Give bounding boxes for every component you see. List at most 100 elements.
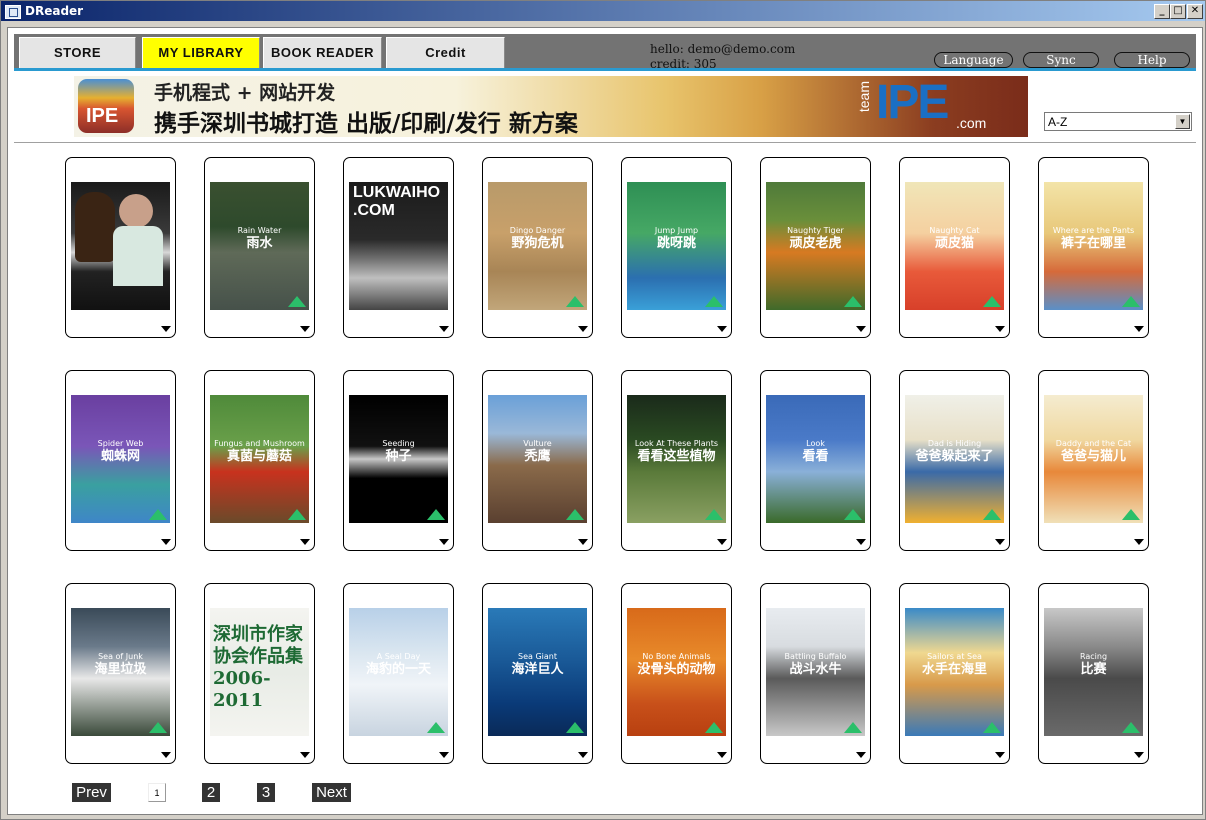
book-cover[interactable]: Naughty Tiger 顽皮老虎: [766, 182, 865, 310]
page-1-button[interactable]: 1: [148, 783, 166, 802]
book-cover[interactable]: Naughty Cat 顽皮猫: [905, 182, 1004, 310]
language-button[interactable]: Language: [934, 52, 1013, 68]
book-cover[interactable]: Spider Web 蜘蛛网: [71, 395, 170, 523]
next-button[interactable]: Next: [312, 783, 351, 802]
dropdown-arrow-icon[interactable]: [717, 539, 727, 545]
book-cover[interactable]: Racing 比赛: [1044, 608, 1143, 736]
ipe-logo: IPE: [78, 79, 134, 133]
sync-button[interactable]: Sync: [1023, 52, 1099, 68]
dropdown-arrow-icon[interactable]: [578, 539, 588, 545]
book-cover[interactable]: Sailors at Sea 水手在海里: [905, 608, 1004, 736]
book-card[interactable]: Rain Water 雨水: [204, 157, 315, 338]
dropdown-arrow-icon[interactable]: [856, 752, 866, 758]
cover-title-cn: 海豹的一天: [365, 661, 431, 677]
book-cover[interactable]: Dingo Danger 野狗危机: [488, 182, 587, 310]
dropdown-arrow-icon[interactable]: [717, 326, 727, 332]
dropdown-arrow-icon[interactable]: [161, 539, 171, 545]
cover-title-cn: 顽皮猫: [934, 235, 974, 251]
book-card[interactable]: Seeding 种子: [343, 370, 454, 551]
cover-title-cn: 没骨头的动物: [637, 661, 716, 677]
window-title: DReader: [25, 4, 84, 18]
dropdown-arrow-icon[interactable]: [1134, 752, 1144, 758]
level-triangle-icon: [983, 509, 1001, 520]
book-card[interactable]: Dad is Hiding 爸爸躲起来了: [899, 370, 1010, 551]
book-card[interactable]: Naughty Cat 顽皮猫: [899, 157, 1010, 338]
book-card[interactable]: Daddy and the Cat 爸爸与猫儿: [1038, 370, 1149, 551]
book-cover[interactable]: Sea of Junk 海里垃圾: [71, 608, 170, 736]
book-card[interactable]: Sea Giant 海洋巨人: [482, 583, 593, 764]
book-cover[interactable]: Look At These Plants 看看这些植物: [627, 395, 726, 523]
tab-book-reader[interactable]: BOOK READER: [263, 37, 382, 68]
dropdown-arrow-icon[interactable]: [578, 326, 588, 332]
page-3-button[interactable]: 3: [257, 783, 275, 802]
book-cover[interactable]: Seeding 种子: [349, 395, 448, 523]
dropdown-arrow-icon[interactable]: [161, 752, 171, 758]
book-card[interactable]: Where are the Pants 裤子在哪里: [1038, 157, 1149, 338]
book-cover[interactable]: Where are the Pants 裤子在哪里: [1044, 182, 1143, 310]
dropdown-arrow-icon[interactable]: [995, 752, 1005, 758]
book-card[interactable]: Vulture 秃鹰: [482, 370, 593, 551]
book-cover[interactable]: Daddy and the Cat 爸爸与猫儿: [1044, 395, 1143, 523]
book-cover[interactable]: Battling Buffalo 战斗水牛: [766, 608, 865, 736]
page-2-button[interactable]: 2: [202, 783, 220, 802]
book-card[interactable]: Look At These Plants 看看这些植物: [621, 370, 732, 551]
book-cover[interactable]: Sea Giant 海洋巨人: [488, 608, 587, 736]
dropdown-arrow-icon[interactable]: [161, 326, 171, 332]
dropdown-arrow-icon[interactable]: [856, 539, 866, 545]
dropdown-arrow-icon[interactable]: [995, 326, 1005, 332]
dropdown-arrow-icon[interactable]: [439, 326, 449, 332]
book-cover[interactable]: LUKWAIHO .COM: [349, 182, 448, 310]
book-card[interactable]: Fungus and Mushroom 真菌与蘑菇: [204, 370, 315, 551]
book-card[interactable]: Racing 比赛: [1038, 583, 1149, 764]
dropdown-arrow-icon[interactable]: [300, 752, 310, 758]
book-cover[interactable]: Dad is Hiding 爸爸躲起来了: [905, 395, 1004, 523]
prev-button[interactable]: Prev: [72, 783, 111, 802]
dropdown-arrow-icon[interactable]: [856, 326, 866, 332]
close-icon[interactable]: ✕: [1187, 4, 1203, 19]
book-cover[interactable]: Vulture 秃鹰: [488, 395, 587, 523]
book-card[interactable]: Jump Jump 跳呀跳: [621, 157, 732, 338]
chevron-down-icon[interactable]: ▼: [1175, 114, 1190, 129]
book-card[interactable]: No Bone Animals 没骨头的动物: [621, 583, 732, 764]
book-cover[interactable]: A Seal Day 海豹的一天: [349, 608, 448, 736]
app-icon: [5, 5, 21, 19]
book-card[interactable]: Naughty Tiger 顽皮老虎: [760, 157, 871, 338]
dropdown-arrow-icon[interactable]: [439, 752, 449, 758]
dropdown-arrow-icon[interactable]: [717, 752, 727, 758]
dropdown-arrow-icon[interactable]: [439, 539, 449, 545]
book-cover[interactable]: Fungus and Mushroom 真菌与蘑菇: [210, 395, 309, 523]
book-card[interactable]: Look 看看: [760, 370, 871, 551]
book-card[interactable]: [65, 157, 176, 338]
sort-select[interactable]: A-Z ▼: [1044, 112, 1192, 131]
book-card[interactable]: Sailors at Sea 水手在海里: [899, 583, 1010, 764]
book-card[interactable]: Battling Buffalo 战斗水牛: [760, 583, 871, 764]
dropdown-arrow-icon[interactable]: [1134, 539, 1144, 545]
maximize-icon[interactable]: □: [1170, 4, 1186, 19]
book-cover[interactable]: Jump Jump 跳呀跳: [627, 182, 726, 310]
book-cover[interactable]: Rain Water 雨水: [210, 182, 309, 310]
shirt-illustration: [113, 226, 163, 286]
book-cover[interactable]: [71, 182, 170, 310]
dropdown-arrow-icon[interactable]: [578, 752, 588, 758]
tab-my-library[interactable]: MY LIBRARY: [142, 37, 260, 68]
level-triangle-icon: [705, 296, 723, 307]
book-cover[interactable]: 深圳市作家协会作品集2006-2011: [210, 608, 309, 736]
dropdown-arrow-icon[interactable]: [300, 539, 310, 545]
book-card[interactable]: LUKWAIHO .COM: [343, 157, 454, 338]
dropdown-arrow-icon[interactable]: [1134, 326, 1144, 332]
book-card[interactable]: Spider Web 蜘蛛网: [65, 370, 176, 551]
dropdown-arrow-icon[interactable]: [995, 539, 1005, 545]
book-cover[interactable]: No Bone Animals 没骨头的动物: [627, 608, 726, 736]
tab-credit[interactable]: Credit: [386, 37, 505, 68]
tab-store[interactable]: STORE: [19, 37, 136, 68]
book-card[interactable]: A Seal Day 海豹的一天: [343, 583, 454, 764]
help-button[interactable]: Help: [1114, 52, 1190, 68]
minimize-icon[interactable]: _: [1154, 4, 1170, 19]
cover-title-cn: 看看: [802, 448, 829, 464]
book-cover[interactable]: Look 看看: [766, 395, 865, 523]
ad-banner[interactable]: IPE 手机程式 + 网站开发 携手深圳书城打造 出版/印刷/发行 新方案 te…: [74, 76, 1028, 137]
book-card[interactable]: 深圳市作家协会作品集2006-2011: [204, 583, 315, 764]
book-card[interactable]: Sea of Junk 海里垃圾: [65, 583, 176, 764]
dropdown-arrow-icon[interactable]: [300, 326, 310, 332]
book-card[interactable]: Dingo Danger 野狗危机: [482, 157, 593, 338]
